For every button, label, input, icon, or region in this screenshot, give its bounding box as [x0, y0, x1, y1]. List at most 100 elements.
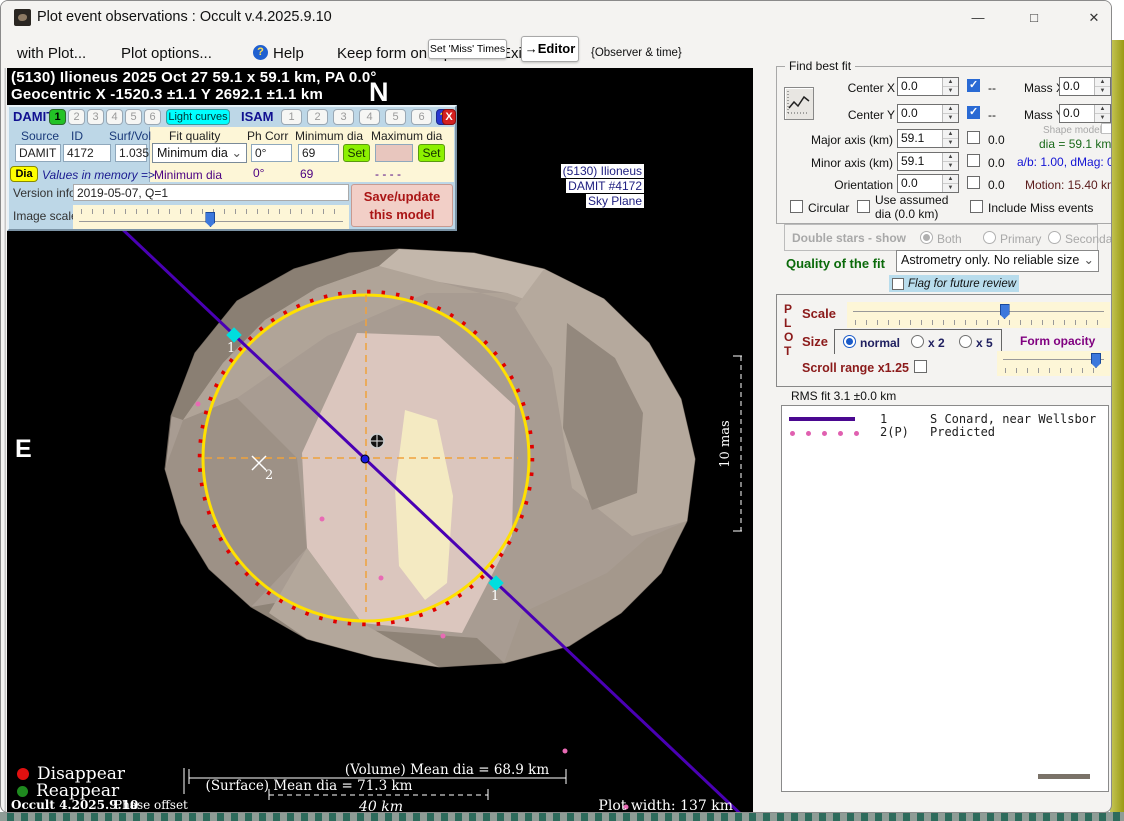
- quality-of-fit-dropdown[interactable]: Astrometry only. No reliable size⌄: [896, 250, 1099, 272]
- isam-1-button[interactable]: 1: [281, 109, 302, 125]
- size-x2-label: x 2: [928, 336, 945, 350]
- isam-6-button[interactable]: 6: [411, 109, 432, 125]
- mass-x-spinner[interactable]: 0.0▲▼: [1059, 77, 1111, 96]
- ph-corr-value[interactable]: 0°: [251, 144, 292, 162]
- minor-axis-checkbox[interactable]: [967, 154, 980, 167]
- observation-row-1[interactable]: 1 S Conard, near Wellsbor: [782, 412, 1108, 426]
- memory-max-dia: - - - -: [375, 167, 401, 181]
- menu-help[interactable]: Help: [273, 45, 304, 62]
- observation-row-2[interactable]: 2(P) Predicted: [782, 425, 1108, 439]
- plot-controls-group: P L O T Scale Size normal x 2 x 5: [776, 294, 1112, 387]
- major-axis-value[interactable]: 59.1: [898, 130, 942, 147]
- observation-2-name: Predicted: [930, 425, 995, 439]
- set-min-dia-button[interactable]: Set: [343, 144, 370, 162]
- scalebar-40km-label: 40 km: [358, 799, 403, 813]
- set-max-dia-button[interactable]: Set: [418, 144, 445, 162]
- find-best-fit-group: Find best fit Center X 0.0▲▼ -- Mass X 0…: [776, 66, 1112, 224]
- isam-4-button[interactable]: 4: [359, 109, 380, 125]
- set-miss-times-button[interactable]: Set 'Miss' Times: [428, 39, 507, 59]
- size-x5-radio[interactable]: [959, 335, 972, 348]
- damit-model-4-button[interactable]: 4: [106, 109, 123, 125]
- observation-2-number: 2(P): [880, 425, 909, 439]
- close-button[interactable]: ✕: [1079, 7, 1109, 29]
- save-update-model-button[interactable]: Save/update this model: [351, 184, 453, 227]
- menu-plot-options[interactable]: Plot options...: [121, 45, 212, 62]
- damit-model-1-button[interactable]: 1: [49, 109, 66, 125]
- include-miss-label: Include Miss events: [988, 201, 1093, 215]
- chord-1-label-2: 1: [491, 589, 499, 604]
- center-y-spinner[interactable]: 0.0▲▼: [897, 104, 959, 123]
- shape-model-label: Shape model: [1043, 125, 1102, 136]
- best-fit-chart-button[interactable]: [784, 87, 814, 120]
- id-value[interactable]: 4172: [63, 144, 111, 162]
- title-bar[interactable]: Plot event observations : Occult v.4.202…: [1, 1, 1111, 34]
- size-label: Size: [802, 334, 828, 349]
- isam-2-button[interactable]: 2: [307, 109, 328, 125]
- sky-plane-label: (5130) Ilioneus DAMIT #4172 Sky Plane: [561, 164, 644, 208]
- phase-offset-label[interactable]: Phase offset: [114, 798, 188, 812]
- sky-plane-plot[interactable]: 1 1 2: [7, 68, 753, 813]
- light-curves-button[interactable]: Light curves: [166, 109, 230, 125]
- damit-model-3-button[interactable]: 3: [87, 109, 104, 125]
- flag-review-checkbox[interactable]: [892, 278, 904, 290]
- find-best-fit-legend: Find best fit: [785, 59, 855, 73]
- list-scroll-hint[interactable]: [1038, 774, 1090, 779]
- scale-slider[interactable]: [847, 302, 1110, 328]
- major-axis-fixed: 0.0: [988, 133, 1005, 147]
- mass-x-value[interactable]: 0.0: [1060, 78, 1094, 95]
- primary-radio[interactable]: [983, 231, 996, 244]
- center-y-value[interactable]: 0.0: [898, 105, 942, 122]
- size-x2-radio[interactable]: [911, 335, 924, 348]
- major-axis-checkbox[interactable]: [967, 131, 980, 144]
- isam-3-button[interactable]: 3: [333, 109, 354, 125]
- image-scale-slider-thumb[interactable]: [205, 212, 215, 227]
- control-panel: Find best fit Center X 0.0▲▼ -- Mass X 0…: [761, 34, 1112, 813]
- secondary-radio[interactable]: [1048, 231, 1061, 244]
- isam-5-button[interactable]: 5: [385, 109, 406, 125]
- max-dia-value[interactable]: [375, 144, 413, 162]
- orientation-checkbox[interactable]: [967, 176, 980, 189]
- dia-button[interactable]: Dia: [10, 166, 38, 182]
- fit-quality-dropdown[interactable]: Minimum dia⌄: [152, 143, 247, 163]
- center-x-spinner[interactable]: 0.0▲▼: [897, 77, 959, 96]
- max-dia-header: Maximum dia: [371, 129, 442, 143]
- form-opacity-slider[interactable]: [997, 351, 1110, 376]
- size-normal-radio[interactable]: [843, 335, 856, 348]
- form-opacity-slider-thumb[interactable]: [1091, 353, 1101, 368]
- center-x-checkbox[interactable]: [967, 79, 980, 92]
- damit-model-5-button[interactable]: 5: [125, 109, 142, 125]
- min-dia-value[interactable]: 69: [298, 144, 339, 162]
- maximize-button[interactable]: □: [1019, 7, 1049, 29]
- center-y-checkbox[interactable]: [967, 106, 980, 119]
- panel-close-button[interactable]: X: [442, 109, 456, 125]
- center-x-value[interactable]: 0.0: [898, 78, 942, 95]
- geocenter-marker: [370, 434, 384, 448]
- minor-axis-spinner[interactable]: 59.1▲▼: [897, 152, 959, 171]
- center-y-label: Center Y: [835, 108, 895, 122]
- menu-with-plot[interactable]: with Plot...: [17, 45, 86, 62]
- include-miss-checkbox[interactable]: [970, 200, 983, 213]
- surfvol-value: 1.035: [115, 144, 147, 162]
- scroll-range-checkbox[interactable]: [914, 360, 927, 373]
- minimize-button[interactable]: —: [963, 7, 993, 29]
- use-assumed-checkbox[interactable]: [857, 200, 870, 213]
- damit-model-2-button[interactable]: 2: [68, 109, 85, 125]
- version-info-field[interactable]: 2019-05-07, Q=1: [73, 184, 349, 201]
- major-axis-spinner[interactable]: 59.1▲▼: [897, 129, 959, 148]
- orientation-value[interactable]: 0.0: [898, 175, 942, 192]
- editor-button[interactable]: →Editor: [521, 36, 579, 62]
- damit-model-6-button[interactable]: 6: [144, 109, 161, 125]
- orientation-spinner[interactable]: 0.0▲▼: [897, 174, 959, 193]
- observations-list[interactable]: 1 S Conard, near Wellsbor 2(P) Predicted: [781, 405, 1109, 792]
- mass-y-spinner[interactable]: 0.0▲▼: [1059, 104, 1111, 123]
- ab-dmag-readout: a/b: 1.00, dMag: 0.00: [1017, 155, 1112, 169]
- shape-model-checkbox[interactable]: [1101, 123, 1112, 134]
- mass-y-value[interactable]: 0.0: [1060, 105, 1094, 122]
- both-radio[interactable]: [920, 231, 933, 244]
- scale-slider-thumb[interactable]: [1000, 304, 1010, 319]
- fit-center-dot: [361, 455, 369, 463]
- minor-axis-value[interactable]: 59.1: [898, 153, 942, 170]
- image-scale-slider[interactable]: [73, 205, 349, 229]
- circular-checkbox[interactable]: [790, 200, 803, 213]
- sky-label-plane: Sky Plane: [586, 194, 644, 208]
